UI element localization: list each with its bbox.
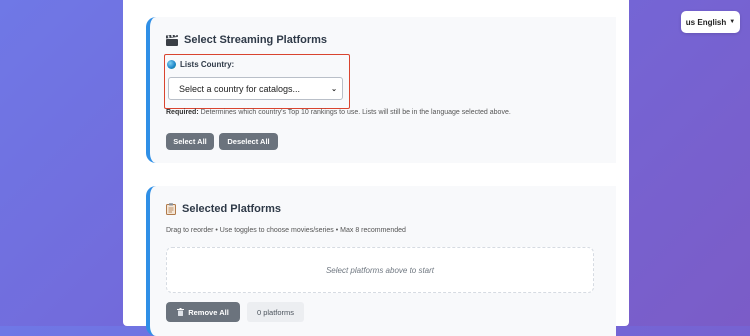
chevron-down-icon: ▼ [729, 19, 736, 25]
globe-icon [167, 60, 176, 69]
selected-platforms-section: Selected Platforms Drag to reorder • Use… [146, 186, 616, 336]
language-label: us English [685, 17, 727, 27]
remove-all-label: Remove All [188, 307, 229, 317]
required-text: Determines which country's Top 10 rankin… [200, 109, 511, 116]
clapperboard-icon [166, 34, 178, 46]
platform-count-badge: 0 platforms [247, 302, 304, 322]
selected-platforms-dropzone[interactable]: Select platforms above to start [166, 247, 594, 293]
trash-icon [177, 308, 185, 316]
language-selector[interactable]: us English ▼ [681, 11, 740, 33]
main-card: Select Streaming Platforms Lists Country… [123, 0, 629, 336]
clipboard-icon [166, 203, 176, 215]
chevron-down-icon: ⌄ [331, 85, 337, 93]
section-title: Select Streaming Platforms [184, 34, 328, 46]
country-label-row: Lists Country: [167, 60, 234, 69]
section-header: Select Streaming Platforms [166, 34, 327, 46]
country-select-value: Select a country for catalogs... [179, 83, 301, 94]
select-all-button[interactable]: Select All [166, 133, 214, 150]
required-note: Required: Determines which country's Top… [166, 109, 511, 116]
streaming-platforms-section: Select Streaming Platforms Lists Country… [146, 17, 616, 163]
reorder-instructions: Drag to reorder • Use toggles to choose … [166, 227, 406, 234]
deselect-all-button[interactable]: Deselect All [219, 133, 278, 150]
required-label: Required: [166, 109, 199, 116]
remove-all-button[interactable]: Remove All [166, 302, 240, 322]
country-label: Lists Country: [180, 60, 235, 69]
section-header: Selected Platforms [166, 203, 281, 215]
lists-country-group: Lists Country: Select a country for cata… [164, 54, 350, 109]
country-select[interactable]: Select a country for catalogs... ⌄ [168, 77, 343, 100]
section-title: Selected Platforms [182, 203, 282, 215]
empty-message: Select platforms above to start [325, 265, 435, 275]
